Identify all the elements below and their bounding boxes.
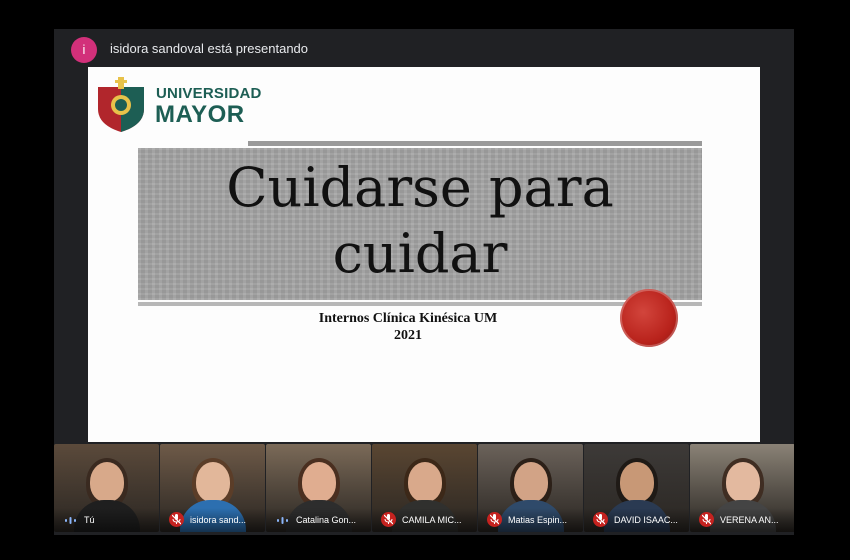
mic-muted-icon [487,512,502,527]
presenter-status-text: isidora sandoval está presentando [110,41,309,56]
logo-text-universidad: UNIVERSIDAD [156,85,262,102]
participant-tile[interactable]: DAVID ISAAC... [584,444,689,532]
speaking-indicator-icon [276,513,289,525]
participant-name: VERENA AN... [720,515,779,525]
participant-face [302,462,336,502]
participant-name: Catalina Gon... [296,515,357,525]
decorative-red-circle [620,289,678,347]
slide-title: Cuidarse para cuidar [138,155,702,287]
participant-name: Matias Espin... [508,515,568,525]
speaking-indicator-icon [64,513,77,525]
participant-tile[interactable]: Tú [54,444,159,532]
logo-text-mayor: MAYOR [155,101,245,128]
slide-subtitle: Internos Clínica Kinésica UM [318,311,498,326]
participant-face [196,462,230,502]
university-crest-icon [98,77,144,132]
title-band-bottom-rule [138,302,702,306]
participant-face [620,462,654,502]
participant-tile[interactable]: VERENA AN... [690,444,794,532]
shared-presentation-slide: UNIVERSIDAD MAYOR Cuidarse para cuidar I… [88,67,760,442]
participant-tile[interactable]: Matias Espin... [478,444,583,532]
participant-tile[interactable]: CAMILA MIC... [372,444,477,532]
mic-muted-icon [381,512,396,527]
participant-tile[interactable]: Catalina Gon... [266,444,371,532]
participant-face [90,462,124,502]
participant-face [514,462,548,502]
presenter-bar: i isidora sandoval está presentando [54,29,794,67]
participant-tile[interactable]: isidora sand... [160,444,265,532]
mic-muted-icon [699,512,714,527]
participant-name: isidora sand... [190,515,247,525]
participant-face [726,462,760,502]
participant-name: Tú [84,515,95,525]
presenter-avatar: i [71,37,97,63]
participant-strip: Tú isidora sand... Catalina Gon... CAMILA M… [54,444,794,535]
slide-title-line-1: Cuidarse para [226,156,614,219]
slide-year: 2021 [394,328,422,343]
participant-face [408,462,442,502]
meeting-window: i isidora sandoval está presentando UNIV… [54,29,794,535]
participant-name: DAVID ISAAC... [614,515,678,525]
mic-muted-icon [593,512,608,527]
slide-title-line-2: cuidar [332,222,508,285]
participant-name: CAMILA MIC... [402,515,462,525]
title-band-top-rule [248,141,702,146]
mic-muted-icon [169,512,184,527]
